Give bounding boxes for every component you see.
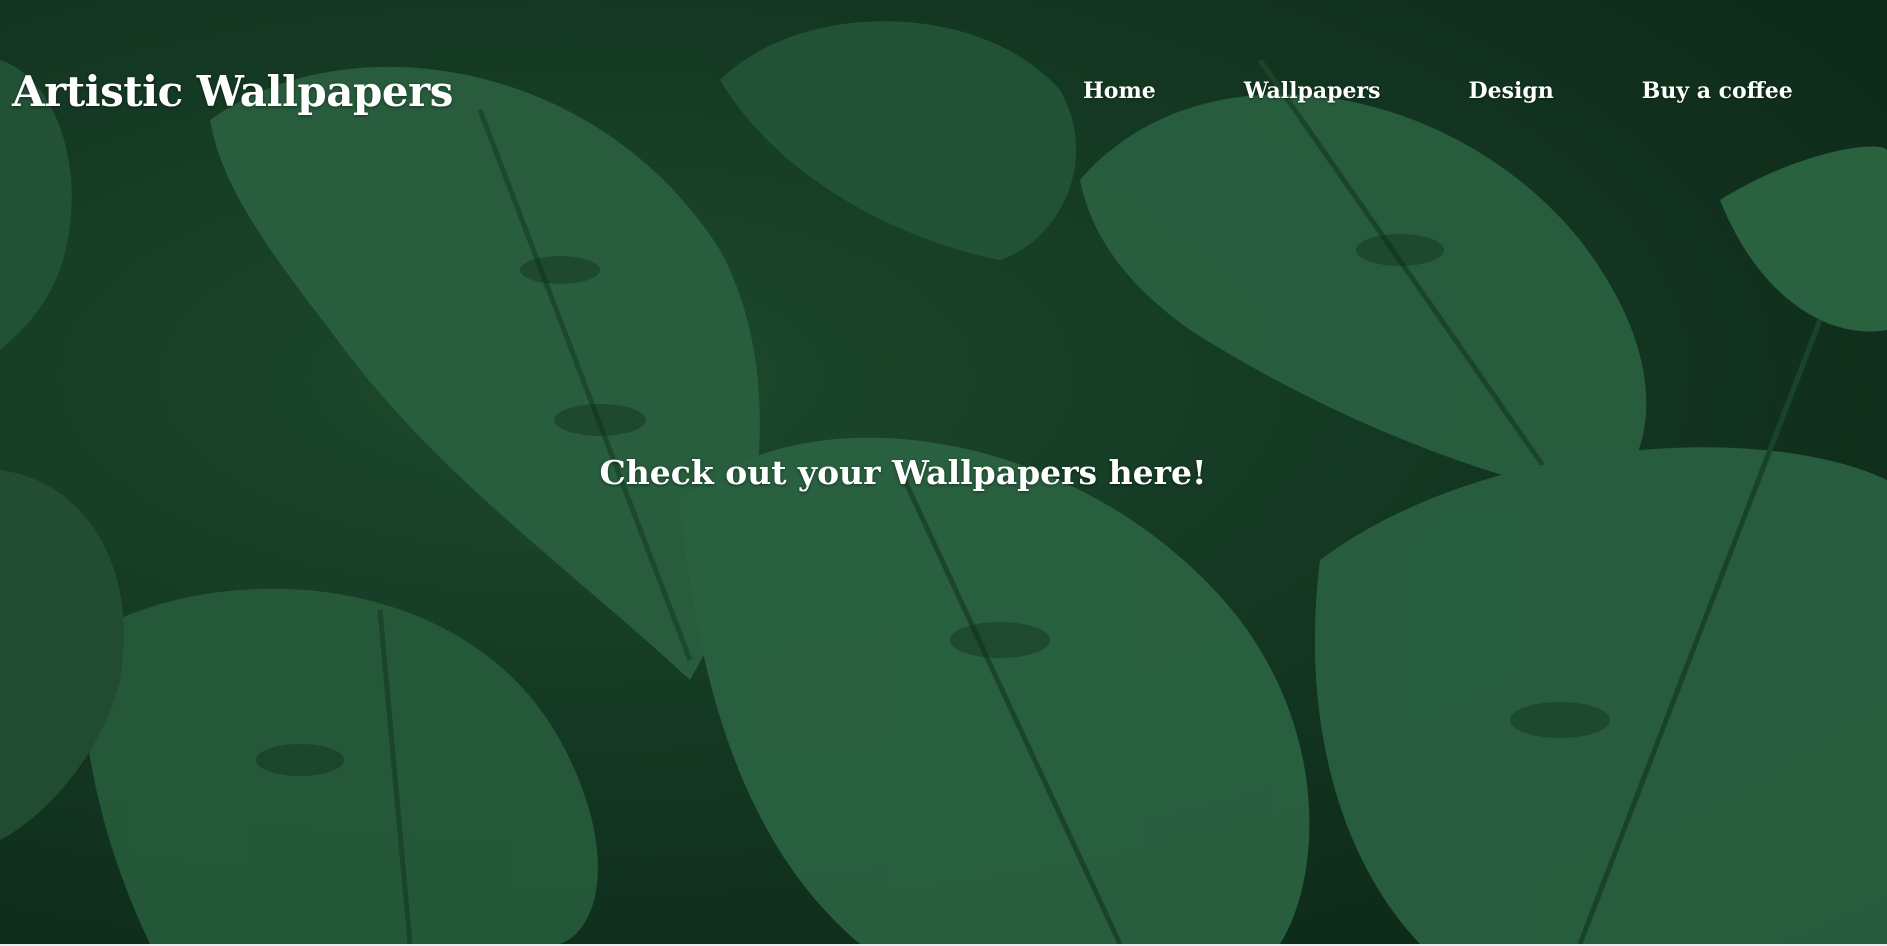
site-title[interactable]: Artistic Wallpapers	[12, 62, 453, 122]
nav-link-wallpapers[interactable]: Wallpapers	[1244, 78, 1381, 104]
nav-link-buy-a-coffee[interactable]: Buy a coffee	[1642, 78, 1793, 104]
nav-link-home[interactable]: Home	[1083, 78, 1156, 104]
nav-link-design[interactable]: Design	[1469, 78, 1554, 104]
main-nav: Home Wallpapers Design Buy a coffee	[1060, 74, 1793, 108]
hero-heading: Check out your Wallpapers here!	[599, 453, 1207, 492]
page: Artistic Wallpapers Home Wallpapers Desi…	[0, 0, 1887, 946]
